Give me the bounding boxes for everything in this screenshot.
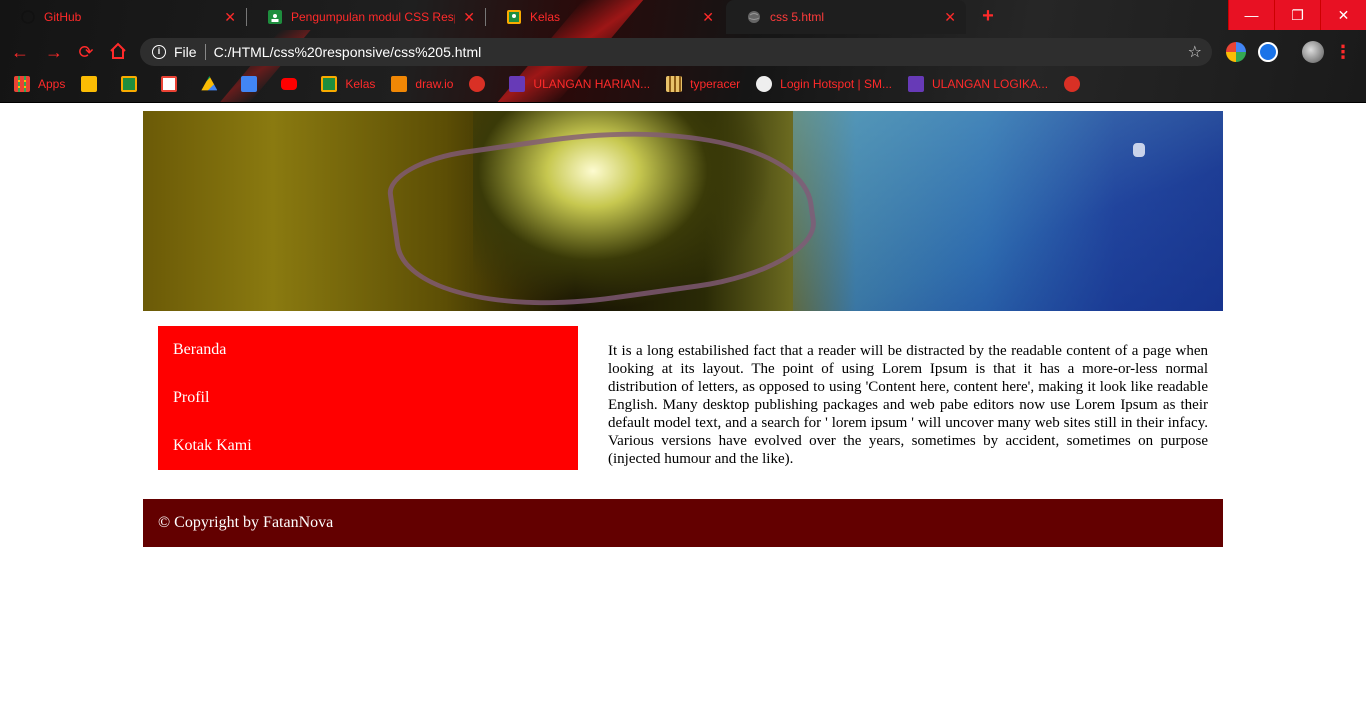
header-banner-image: [143, 111, 1223, 311]
google-keep-icon: [81, 76, 98, 92]
google-drive-icon: [201, 76, 218, 91]
tab-kelas[interactable]: Kelas ✕: [486, 0, 724, 34]
typeracer-icon: [666, 76, 683, 92]
back-arrow-icon[interactable]: ←: [10, 42, 30, 62]
window-controls: — ❐ ✕: [1228, 0, 1366, 30]
bookmark-typeracer[interactable]: typeracer: [666, 76, 740, 92]
globe-icon: [746, 9, 762, 25]
bookmark-keep[interactable]: [81, 76, 105, 92]
github-icon: [20, 9, 36, 25]
bookmark-gmail[interactable]: [161, 76, 185, 92]
page-container: Beranda Profil Kotak Kami It is a long e…: [143, 111, 1223, 547]
globe-icon: [1064, 76, 1081, 92]
bookmark-label: Kelas: [345, 77, 376, 91]
extension-icon[interactable]: [1226, 42, 1246, 62]
bookmark-ulangan-harian[interactable]: ULANGAN HARIAN...: [509, 76, 650, 92]
google-classroom-icon: [267, 9, 283, 25]
bookmark-apps[interactable]: Apps: [14, 76, 65, 92]
browser-chrome: GitHub ✕ Pengumpulan modul CSS Respon ✕ …: [0, 0, 1366, 103]
browser-toolbar: ← → ⟳ i File C:/HTML/css%20responsive/cs…: [0, 34, 1366, 70]
url-text[interactable]: C:/HTML/css%20responsive/css%205.html: [214, 44, 1188, 60]
restore-button[interactable]: ❐: [1274, 0, 1320, 30]
tab-title: Kelas: [530, 10, 561, 24]
bookmark-star-icon[interactable]: ☆: [1188, 42, 1202, 62]
apps-grid-icon: [14, 76, 30, 92]
nav-kotak-kami[interactable]: Kotak Kami: [158, 428, 578, 476]
bookmark-label: typeracer: [690, 77, 741, 91]
bookmark-label: draw.io: [415, 77, 454, 91]
window-close-button[interactable]: ✕: [1320, 0, 1366, 30]
tab-title: Pengumpulan modul CSS Respon: [291, 10, 455, 24]
bookmark-kelas[interactable]: Kelas: [321, 76, 375, 92]
bookmark-label: Apps: [38, 77, 66, 91]
bookmark-label: ULANGAN HARIAN...: [533, 77, 651, 91]
footer: © Copyright by FatanNova: [143, 499, 1223, 547]
extension-icon[interactable]: [1258, 42, 1278, 62]
bookmark-drawio[interactable]: draw.io: [391, 76, 453, 92]
nav-beranda[interactable]: Beranda: [158, 332, 578, 380]
tab-title: GitHub: [44, 10, 82, 24]
google-docs-icon: [241, 76, 258, 92]
gmail-icon: [161, 76, 178, 92]
tab-css5-active[interactable]: css 5.html ✕: [726, 0, 966, 34]
menu-icon[interactable]: ⋮: [1334, 42, 1352, 62]
bookmark-label: ULANGAN LOGIKA...: [932, 77, 1049, 91]
url-scheme: File: [174, 44, 197, 60]
reload-icon[interactable]: ⟳: [76, 42, 96, 62]
bookmark-ulangan-logika[interactable]: ULANGAN LOGIKA...: [908, 76, 1048, 92]
bookmark-globe[interactable]: [1064, 76, 1088, 92]
bookmark-classroom[interactable]: [121, 76, 145, 92]
minimize-button[interactable]: —: [1228, 0, 1274, 30]
google-classroom-icon: [506, 9, 522, 25]
close-icon[interactable]: ✕: [224, 9, 236, 26]
tab-github[interactable]: GitHub ✕: [0, 0, 246, 34]
home-icon[interactable]: [108, 42, 128, 62]
bookmark-login-hotspot[interactable]: Login Hotspot | SM...: [756, 76, 892, 92]
nav-profil[interactable]: Profil: [158, 380, 578, 428]
tab-pengumpulan-modul[interactable]: Pengumpulan modul CSS Respon ✕: [247, 0, 485, 34]
google-forms-icon: [908, 76, 924, 92]
bookmark-label: Login Hotspot | SM...: [780, 77, 892, 91]
avatar[interactable]: [1302, 41, 1324, 63]
tab-strip: GitHub ✕ Pengumpulan modul CSS Respon ✕ …: [0, 0, 1366, 34]
bookmark-drive[interactable]: [201, 76, 225, 92]
bookmark-docs[interactable]: [241, 76, 265, 92]
google-forms-icon: [509, 76, 526, 92]
new-tab-button[interactable]: +: [977, 6, 999, 28]
bookmark-globe[interactable]: [469, 76, 493, 92]
drawio-icon: [391, 76, 408, 92]
bookmarks-bar: Apps Kelas draw.io ULANGAN HARIAN... typ…: [0, 70, 1366, 98]
forward-arrow-icon[interactable]: →: [44, 42, 64, 62]
google-classroom-icon: [321, 76, 338, 92]
close-icon[interactable]: ✕: [463, 9, 475, 26]
side-navigation: Beranda Profil Kotak Kami: [158, 326, 578, 470]
article-text: It is a long estabilished fact that a re…: [608, 343, 1208, 467]
banner-spot: [1133, 143, 1145, 157]
youtube-icon: [281, 78, 298, 90]
info-icon[interactable]: i: [152, 45, 166, 59]
bookmark-youtube[interactable]: [281, 78, 305, 90]
address-bar[interactable]: i File C:/HTML/css%20responsive/css%205.…: [140, 38, 1212, 66]
banner-sky: [793, 111, 1223, 311]
divider: [204, 44, 206, 60]
google-classroom-icon: [121, 76, 138, 92]
globe-icon: [469, 76, 486, 92]
content-row: Beranda Profil Kotak Kami It is a long e…: [143, 311, 1223, 499]
close-icon[interactable]: ✕: [944, 9, 956, 26]
tab-title: css 5.html: [770, 10, 825, 24]
close-icon[interactable]: ✕: [702, 9, 714, 26]
hotspot-icon: [756, 76, 773, 92]
